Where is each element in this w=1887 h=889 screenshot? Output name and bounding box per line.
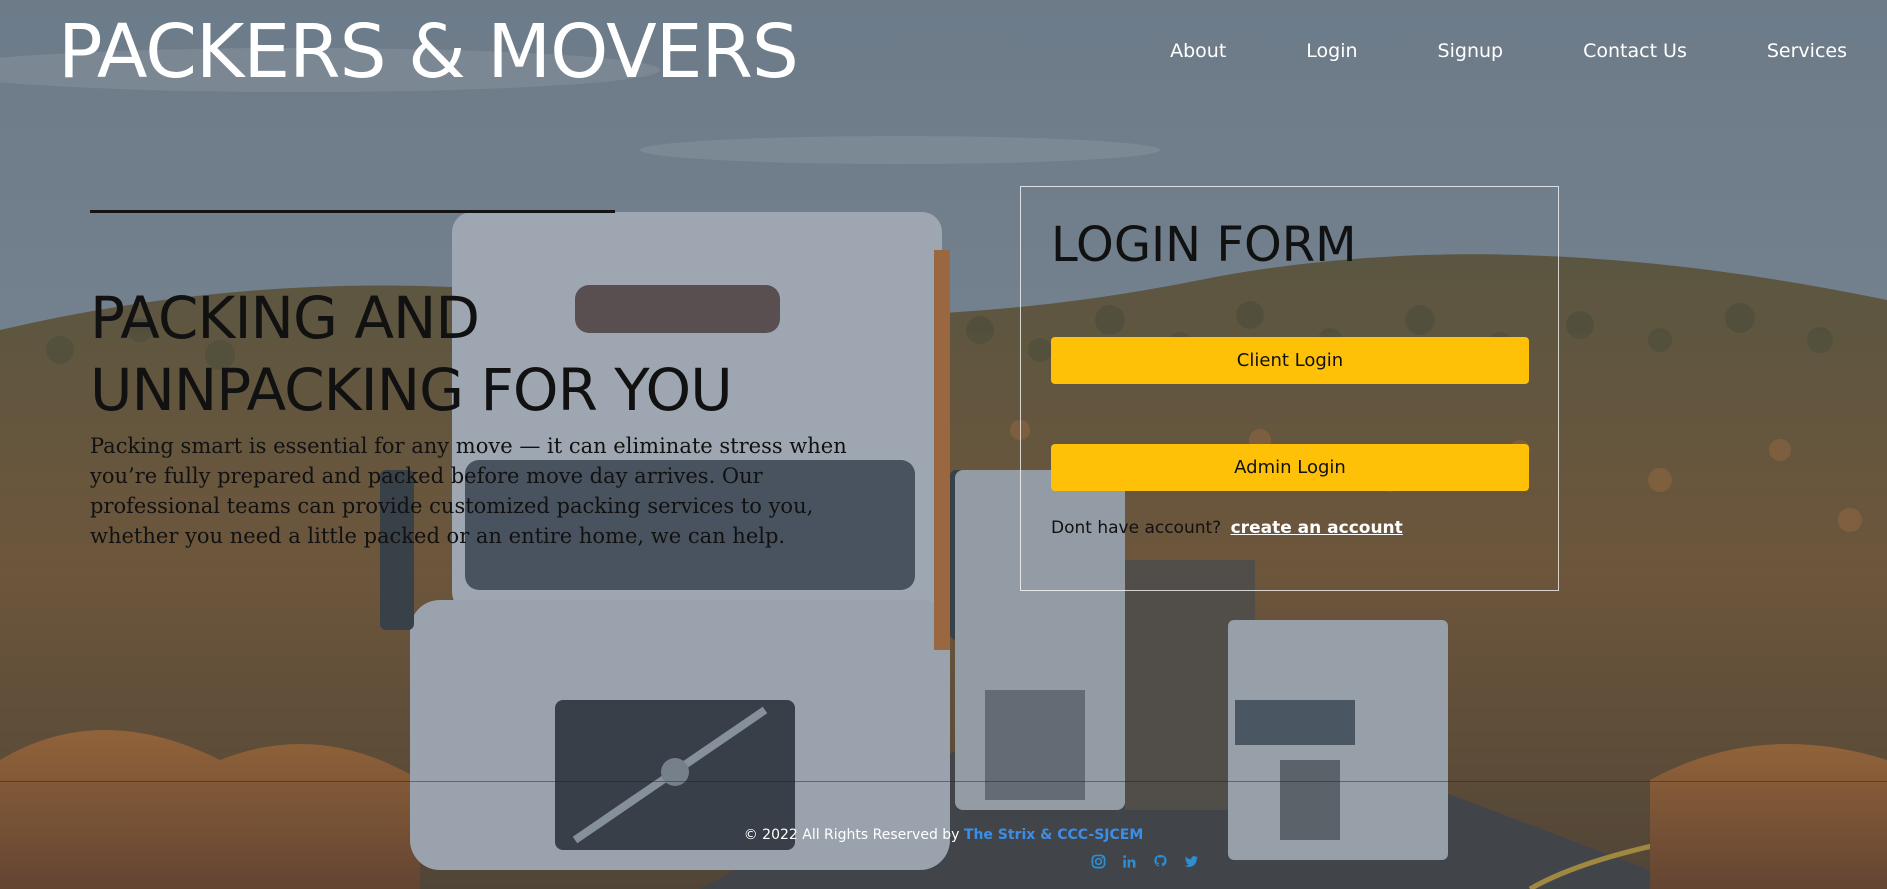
hero-description: Packing smart is essential for any move … [90, 434, 847, 548]
linkedin-icon[interactable] [1120, 852, 1139, 871]
hero-title: PACKING AND UNNPACKING FOR YOU [90, 284, 733, 424]
site-logo-title[interactable]: PACKERS & MOVERS [58, 8, 799, 96]
login-form-title: LOGIN FORM [1051, 217, 1357, 273]
login-form-panel: LOGIN FORM Client Login Admin Login Dont… [1020, 186, 1559, 591]
github-icon[interactable] [1151, 852, 1170, 871]
admin-login-button[interactable]: Admin Login [1051, 444, 1529, 491]
nav-link-services[interactable]: Services [1767, 40, 1847, 62]
instagram-icon[interactable] [1089, 852, 1108, 871]
main-navigation: About Login Signup Contact Us Services [1090, 40, 1847, 62]
nav-link-about[interactable]: About [1170, 40, 1226, 62]
copyright-text: © 2022 All Rights Reserved by [743, 827, 960, 843]
footer-divider [0, 781, 1887, 782]
credit-link[interactable]: The Strix & CCC-SJCEM [964, 827, 1143, 843]
footer-copyright: © 2022 All Rights Reserved by The Strix … [0, 827, 1887, 843]
nav-link-signup[interactable]: Signup [1438, 40, 1504, 62]
create-account-link[interactable]: create an account [1231, 518, 1403, 538]
signup-prompt: Dont have account? create an account [1051, 518, 1403, 538]
no-account-text: Dont have account? [1051, 518, 1222, 538]
hero-divider [90, 210, 615, 213]
twitter-icon[interactable] [1182, 852, 1201, 871]
nav-link-login[interactable]: Login [1306, 40, 1357, 62]
nav-link-contact-us[interactable]: Contact Us [1583, 40, 1687, 62]
client-login-button[interactable]: Client Login [1051, 337, 1529, 384]
social-links [1089, 852, 1201, 871]
